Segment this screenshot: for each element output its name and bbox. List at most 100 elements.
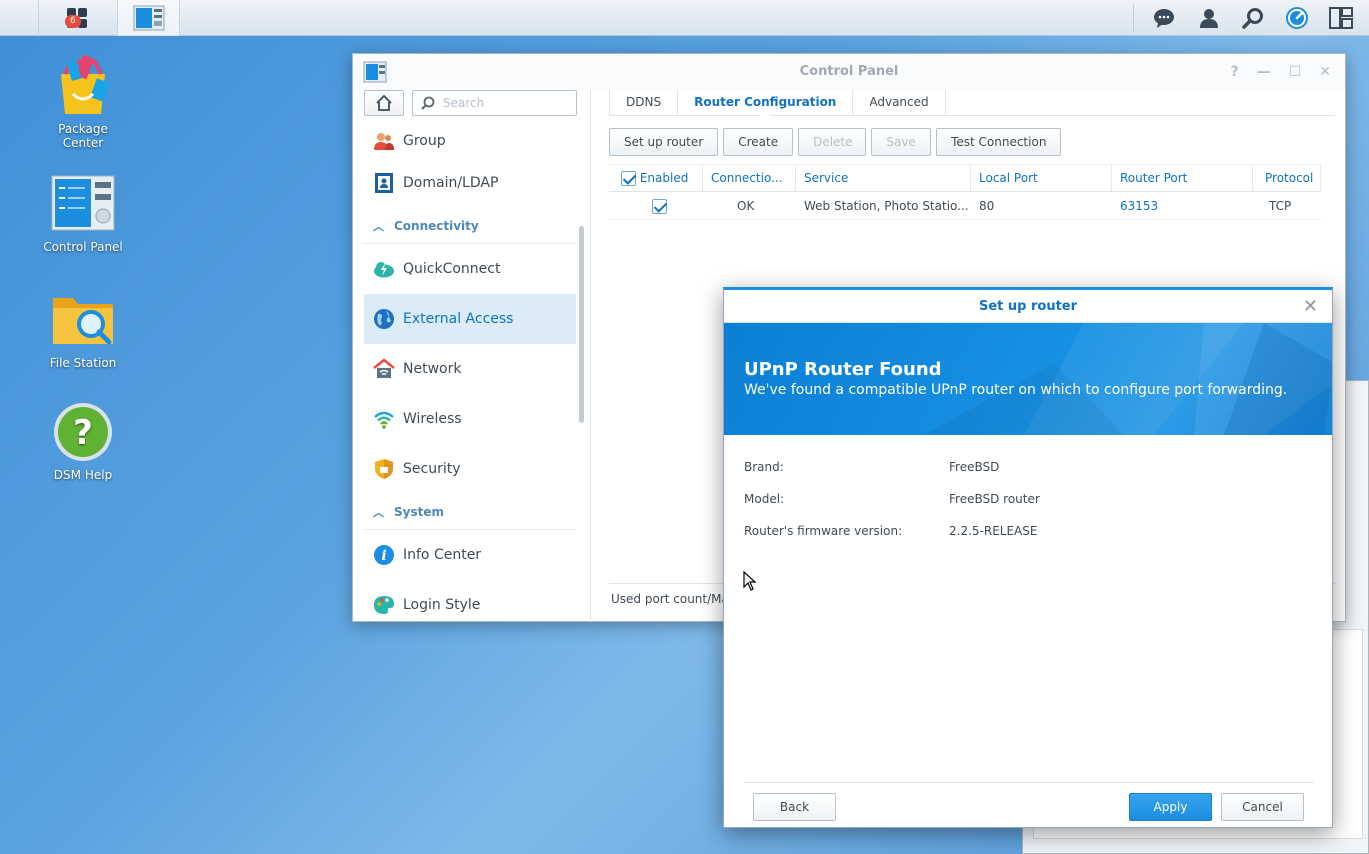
dialog-title: Set up router xyxy=(978,299,1078,314)
maximize-icon[interactable]: ☐ xyxy=(1289,54,1302,90)
column-connection[interactable]: Connectio... xyxy=(703,165,796,191)
control-panel-icon xyxy=(51,172,115,236)
back-button[interactable]: Back xyxy=(753,793,836,821)
search-input[interactable]: Search xyxy=(412,90,577,116)
cell-connection: OK xyxy=(737,199,755,213)
save-button[interactable]: Save xyxy=(871,128,932,156)
column-protocol[interactable]: Protocol xyxy=(1253,165,1321,191)
column-enabled[interactable]: Enabled xyxy=(609,165,703,191)
dialog-banner: UPnP Router Found We've found a compatib… xyxy=(724,323,1332,435)
help-icon: ? xyxy=(51,400,115,464)
dialog-titlebar[interactable]: Set up router ✕ xyxy=(724,290,1332,323)
tab-ddns[interactable]: DDNS xyxy=(609,90,679,115)
user-button[interactable] xyxy=(1187,0,1231,36)
svg-text:?: ? xyxy=(73,413,93,453)
palette-icon xyxy=(373,594,395,616)
banner-title: UPnP Router Found xyxy=(744,359,942,380)
sidebar-item-external-access[interactable]: External Access xyxy=(364,294,576,344)
desktop-control-panel[interactable]: Control Panel xyxy=(28,172,138,254)
column-service[interactable]: Service xyxy=(796,165,971,191)
brand-value: FreeBSD xyxy=(949,460,1000,474)
home-button[interactable] xyxy=(364,90,404,116)
file-station-icon xyxy=(51,288,115,352)
close-icon[interactable]: ✕ xyxy=(1319,54,1331,90)
desktop-icon-label: DSM Help xyxy=(53,468,113,482)
sidebar-item-network[interactable]: Network xyxy=(364,344,576,394)
cancel-button[interactable]: Cancel xyxy=(1221,793,1304,821)
column-local-port[interactable]: Local Port xyxy=(971,165,1112,191)
widgets-button[interactable] xyxy=(1319,0,1363,36)
sidebar-section-system[interactable]: ︿ System xyxy=(364,494,576,530)
notification-badge: 6 xyxy=(65,15,81,28)
sidebar-item-label: External Access xyxy=(403,311,514,327)
network-icon xyxy=(373,358,395,380)
taskbar: 6 xyxy=(0,0,1369,36)
search-button[interactable] xyxy=(1231,0,1275,36)
section-label: Connectivity xyxy=(394,218,479,233)
tab-bar: DDNS Router Configuration Advanced xyxy=(609,90,1335,116)
sidebar-item-group[interactable]: Group xyxy=(364,124,576,158)
desktop-file-station[interactable]: File Station xyxy=(28,288,138,370)
sidebar-item-label: QuickConnect xyxy=(403,261,501,277)
create-button[interactable]: Create xyxy=(723,128,794,156)
desktop-dsm-help[interactable]: ? DSM Help xyxy=(28,400,138,482)
sidebar-item-quickconnect[interactable]: QuickConnect xyxy=(364,244,576,294)
minimize-icon[interactable]: — xyxy=(1257,54,1271,90)
toolbar: Set up router Create Delete Save Test Co… xyxy=(609,128,1062,156)
package-center-icon xyxy=(51,54,115,118)
setup-router-button[interactable]: Set up router xyxy=(609,128,719,156)
search-icon xyxy=(1242,8,1263,29)
column-router-port[interactable]: Router Port xyxy=(1112,165,1253,191)
info-icon: i xyxy=(373,544,395,566)
sidebar: Search Group Domain/LDAP ︿ Connectivity … xyxy=(353,90,591,622)
domain-icon xyxy=(373,172,395,194)
delete-button[interactable]: Delete xyxy=(798,128,867,156)
chat-icon xyxy=(1154,9,1174,28)
chevron-up-icon: ︿ xyxy=(373,219,384,233)
help-icon[interactable]: ? xyxy=(1231,54,1239,90)
tab-router-configuration[interactable]: Router Configuration xyxy=(678,90,854,116)
desktop-icon-label: Package Center xyxy=(58,122,108,150)
search-placeholder: Search xyxy=(443,96,485,110)
section-label: System xyxy=(394,504,444,519)
sidebar-item-login-style[interactable]: Login Style xyxy=(364,580,576,622)
sidebar-scrollbar[interactable] xyxy=(579,226,584,423)
desktop-package-center[interactable]: Package Center xyxy=(28,54,138,150)
port-forwarding-table: Enabled Connectio... Service Local Port … xyxy=(609,164,1321,220)
dialog-footer-divider xyxy=(744,782,1314,783)
cell-service: Web Station, Photo Statio... xyxy=(804,199,969,213)
brand-label: Brand: xyxy=(744,460,784,474)
sidebar-item-security[interactable]: Security xyxy=(364,444,576,494)
banner-subtitle: We've found a compatible UPnP router on … xyxy=(744,382,1288,398)
tab-advanced[interactable]: Advanced xyxy=(853,90,946,115)
quickconnect-icon xyxy=(373,258,395,280)
globe-icon xyxy=(373,308,395,330)
mouse-cursor-icon xyxy=(743,571,757,591)
sidebar-section-connectivity[interactable]: ︿ Connectivity xyxy=(364,208,576,244)
search-icon xyxy=(421,96,435,110)
taskbar-separator xyxy=(1133,4,1134,32)
sidebar-item-domain-ldap[interactable]: Domain/LDAP xyxy=(364,158,576,208)
cell-router-port: 63153 xyxy=(1120,199,1159,213)
cell-protocol: TCP xyxy=(1269,199,1292,213)
select-all-checkbox[interactable] xyxy=(621,171,636,186)
main-menu-button[interactable]: 6 xyxy=(38,0,118,36)
test-connection-button[interactable]: Test Connection xyxy=(936,128,1062,156)
firmware-value: 2.2.5-RELEASE xyxy=(949,524,1038,538)
apply-button[interactable]: Apply xyxy=(1129,793,1212,821)
table-row[interactable]: OK Web Station, Photo Statio... 80 63153… xyxy=(609,192,1321,220)
resource-monitor-button[interactable] xyxy=(1275,0,1319,36)
group-icon xyxy=(373,130,395,152)
router-info: Brand: FreeBSD Model: FreeBSD router Rou… xyxy=(744,460,1040,556)
control-panel-icon xyxy=(133,5,164,31)
close-icon[interactable]: ✕ xyxy=(1303,290,1318,323)
taskbar-control-panel[interactable] xyxy=(118,0,180,36)
sidebar-item-wireless[interactable]: Wireless xyxy=(364,394,576,444)
row-enabled-checkbox[interactable] xyxy=(652,199,667,214)
window-title: Control Panel xyxy=(799,64,899,79)
sidebar-item-info-center[interactable]: i Info Center xyxy=(364,530,576,580)
messages-button[interactable] xyxy=(1142,0,1186,36)
desktop-icon-label: Control Panel xyxy=(43,240,123,254)
column-label: Enabled xyxy=(639,171,689,185)
window-titlebar[interactable]: Control Panel ? — ☐ ✕ xyxy=(353,54,1345,90)
